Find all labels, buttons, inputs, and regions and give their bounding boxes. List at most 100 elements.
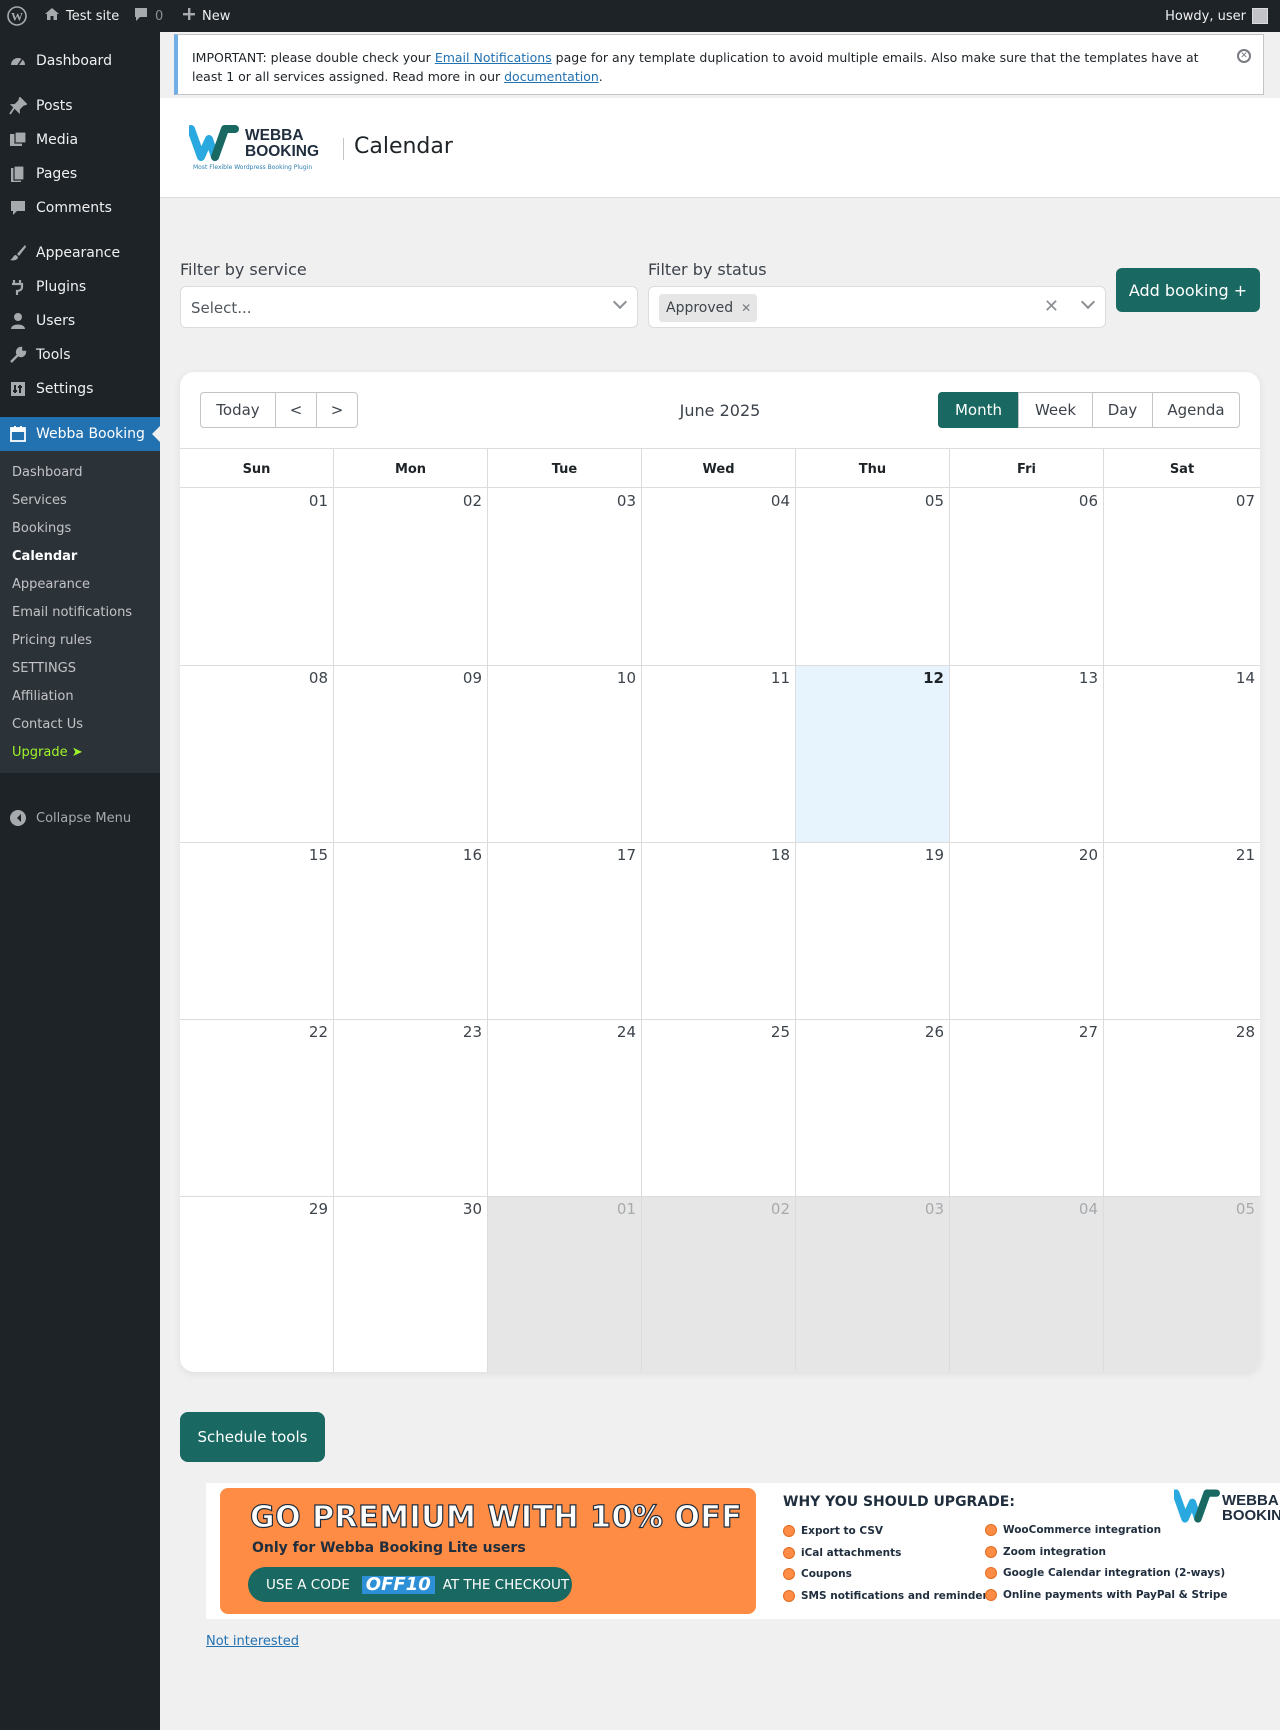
day-number: 24 <box>616 1023 636 1041</box>
clear-selection-icon[interactable]: ✕ <box>1044 296 1059 317</box>
calendar-day-cell-tue[interactable]: 03 <box>488 489 642 665</box>
calendar-day-cell-thu[interactable]: 26 <box>796 1020 950 1196</box>
page-header: WEBBA BOOKING Most Flexible Wordpress Boo… <box>160 98 1280 198</box>
site-name-link[interactable]: Test site <box>44 0 119 32</box>
view-day-button[interactable]: Day <box>1092 392 1153 428</box>
add-booking-button[interactable]: Add booking + <box>1116 268 1260 312</box>
banner-logo-name: WEBBABOOKING <box>1222 1493 1280 1523</box>
calendar-day-cell-fri[interactable]: 20 <box>950 843 1104 1019</box>
calendar-day-cell-sun[interactable]: 29 <box>180 1197 334 1372</box>
status-filter-select[interactable]: Approved ✕ ✕ <box>648 286 1106 328</box>
chevron-down-icon[interactable] <box>1080 294 1096 310</box>
calendar-day-cell-sun[interactable]: 15 <box>180 843 334 1019</box>
day-number: 02 <box>770 1200 790 1218</box>
calendar-day-cell-fri[interactable]: 13 <box>950 666 1104 842</box>
view-agenda-button[interactable]: Agenda <box>1152 392 1240 428</box>
remove-chip-icon[interactable]: ✕ <box>741 301 751 315</box>
sidebar-item-appearance[interactable]: Appearance <box>0 236 160 270</box>
home-icon <box>44 7 60 25</box>
not-interested-link[interactable]: Not interested <box>206 1634 299 1649</box>
calendar-day-cell-fri[interactable]: 27 <box>950 1020 1104 1196</box>
calendar-day-cell-wed[interactable]: 04 <box>642 489 796 665</box>
sidebar-item-posts[interactable]: Posts <box>0 89 160 123</box>
sidebar-item-users[interactable]: Users <box>0 304 160 338</box>
calendar-day-cell-sat[interactable]: 14 <box>1104 666 1260 842</box>
submenu-upgrade[interactable]: Upgrade ➤ <box>12 743 83 763</box>
calendar-day-cell-tue[interactable]: 24 <box>488 1020 642 1196</box>
calendar-day-cell-sun[interactable]: 08 <box>180 666 334 842</box>
sidebar-item-pages[interactable]: Pages <box>0 157 160 191</box>
new-content-link[interactable]: New <box>182 0 230 32</box>
sidebar-item-plugins[interactable]: Plugins <box>0 270 160 304</box>
submenu-dashboard[interactable]: Dashboard <box>12 463 83 483</box>
day-number: 14 <box>1235 669 1255 687</box>
sidebar-item-settings[interactable]: Settings <box>0 372 160 406</box>
chevron-down-icon[interactable] <box>612 294 628 310</box>
calendar-day-cell-sun[interactable]: 01 <box>180 489 334 665</box>
calendar-day-cell-thu[interactable]: 19 <box>796 843 950 1019</box>
dismiss-notice-icon[interactable]: ✕ <box>1237 49 1251 63</box>
calendar-day-cell-tue[interactable]: 01 <box>488 1197 642 1372</box>
calendar-day-cell-sat[interactable]: 21 <box>1104 843 1260 1019</box>
submenu-settings[interactable]: SETTINGS <box>12 659 76 679</box>
email-notifications-link[interactable]: Email Notifications <box>435 50 552 65</box>
collapse-menu-button[interactable]: Collapse Menu <box>0 803 160 833</box>
service-filter-select[interactable]: Select... <box>180 286 638 328</box>
calendar-day-cell-wed[interactable]: 11 <box>642 666 796 842</box>
submenu-appearance[interactable]: Appearance <box>12 575 90 595</box>
calendar-day-cell-mon[interactable]: 30 <box>334 1197 488 1372</box>
webba-logo-mark-icon <box>189 125 239 161</box>
view-month-button[interactable]: Month <box>938 392 1019 428</box>
sidebar-item-dashboard[interactable]: Dashboard <box>0 44 160 78</box>
day-number: 29 <box>308 1200 328 1218</box>
sidebar-item-media[interactable]: Media <box>0 123 160 157</box>
svg-text:W: W <box>11 10 23 24</box>
calendar-day-cell-thu[interactable]: 05 <box>796 489 950 665</box>
logo-name-line-2: BOOKING <box>245 143 320 160</box>
sidebar-item-webba-booking[interactable]: Webba Booking <box>0 417 160 451</box>
schedule-tools-button[interactable]: Schedule tools <box>180 1412 325 1462</box>
account-menu[interactable]: Howdy, user <box>1165 0 1268 32</box>
calendar-day-cell-wed[interactable]: 18 <box>642 843 796 1019</box>
calendar-day-cell-fri[interactable]: 04 <box>950 1197 1104 1372</box>
calendar-day-cell-mon[interactable]: 23 <box>334 1020 488 1196</box>
calendar-day-cell-sat[interactable]: 28 <box>1104 1020 1260 1196</box>
calendar-day-cell-wed[interactable]: 02 <box>642 1197 796 1372</box>
calendar-day-cell-sat[interactable]: 07 <box>1104 489 1260 665</box>
promo-headline: GO PREMIUM WITH 10% OFF <box>249 1499 743 1535</box>
premium-upgrade-banner[interactable]: GO PREMIUM WITH 10% OFF Only for Webba B… <box>206 1483 1280 1619</box>
submenu-services[interactable]: Services <box>12 491 67 511</box>
submenu-contact-us[interactable]: Contact Us <box>12 715 83 735</box>
feature-label: Zoom integration <box>1003 1546 1106 1558</box>
submenu-pricing-rules[interactable]: Pricing rules <box>12 631 92 651</box>
calendar-day-cell-wed[interactable]: 25 <box>642 1020 796 1196</box>
submenu-affiliation[interactable]: Affiliation <box>12 687 74 707</box>
sidebar-item-label: Plugins <box>36 279 87 295</box>
calendar-day-cell-thu[interactable]: 12 <box>796 666 950 842</box>
calendar-day-cell-tue[interactable]: 17 <box>488 843 642 1019</box>
submenu-bookings[interactable]: Bookings <box>12 519 71 539</box>
calendar-day-cell-mon[interactable]: 02 <box>334 489 488 665</box>
site-name: Test site <box>66 8 120 24</box>
calendar-week-row: 15 16 17 18 19 20 21 <box>180 843 1260 1020</box>
status-chip: Approved ✕ <box>659 294 758 322</box>
view-week-button[interactable]: Week <box>1018 392 1093 428</box>
notice-text-3: . <box>598 69 603 84</box>
calendar-day-cell-fri[interactable]: 06 <box>950 489 1104 665</box>
calendar-day-cell-tue[interactable]: 10 <box>488 666 642 842</box>
submenu-calendar[interactable]: Calendar <box>12 547 77 567</box>
calendar-day-cell-sat[interactable]: 05 <box>1104 1197 1260 1372</box>
comments-link[interactable]: 0 <box>133 0 163 32</box>
calendar-day-cell-thu[interactable]: 03 <box>796 1197 950 1372</box>
day-number: 05 <box>1235 1200 1255 1218</box>
sidebar-item-label: Users <box>36 313 76 329</box>
sidebar-item-tools[interactable]: Tools <box>0 338 160 372</box>
calendar-day-cell-mon[interactable]: 09 <box>334 666 488 842</box>
calendar-day-cell-mon[interactable]: 16 <box>334 843 488 1019</box>
check-badge-icon <box>985 1524 997 1536</box>
submenu-email-notifications[interactable]: Email notifications <box>12 603 132 623</box>
wordpress-logo-icon[interactable]: W <box>7 0 27 32</box>
documentation-link[interactable]: documentation <box>504 69 599 84</box>
calendar-day-cell-sun[interactable]: 22 <box>180 1020 334 1196</box>
sidebar-item-comments[interactable]: Comments <box>0 191 160 225</box>
